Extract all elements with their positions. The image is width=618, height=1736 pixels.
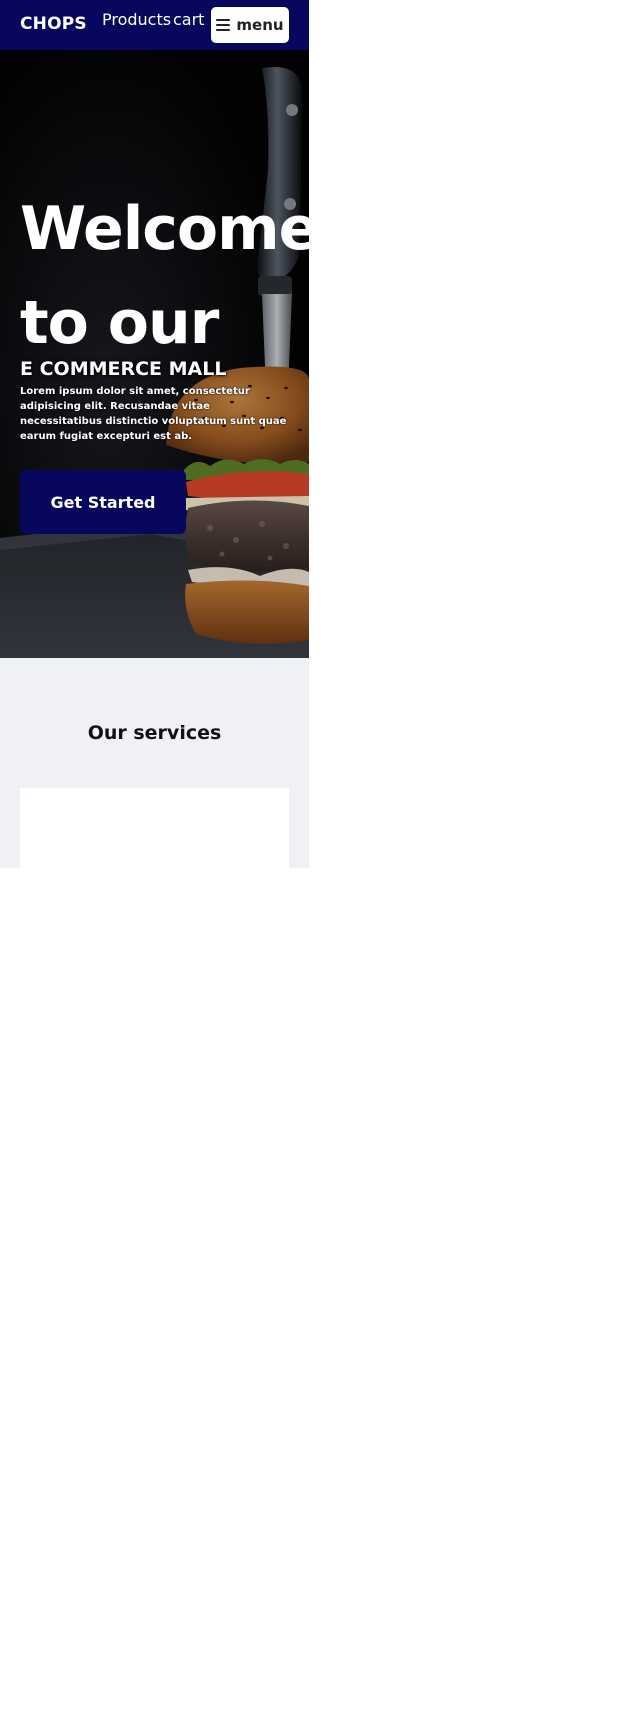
menu-button[interactable]: menu: [211, 7, 289, 43]
nav-cart-link[interactable]: cart: [173, 10, 204, 29]
services-section: Our services: [0, 658, 309, 868]
hero-description: Lorem ipsum dolor sit amet, consectetur …: [20, 386, 287, 442]
page: CHOPS Products cart menu Welcome to our …: [0, 0, 618, 1736]
service-card: [20, 788, 289, 868]
get-started-button[interactable]: Get Started: [20, 470, 186, 534]
viewport: CHOPS Products cart menu Welcome to our …: [0, 0, 309, 868]
nav-products-link[interactable]: Products: [102, 10, 171, 29]
menu-button-label: menu: [236, 16, 284, 34]
hero-title: Welcome to our: [20, 194, 309, 358]
navbar: CHOPS Products cart menu: [0, 0, 309, 50]
brand-logo[interactable]: CHOPS: [20, 14, 87, 34]
services-title: Our services: [87, 722, 222, 744]
hero-section: Welcome to our E COMMERCE MALL Lorem ips…: [0, 50, 309, 658]
hamburger-icon: [216, 19, 231, 31]
hero-subtitle: E COMMERCE MALL: [20, 358, 227, 380]
